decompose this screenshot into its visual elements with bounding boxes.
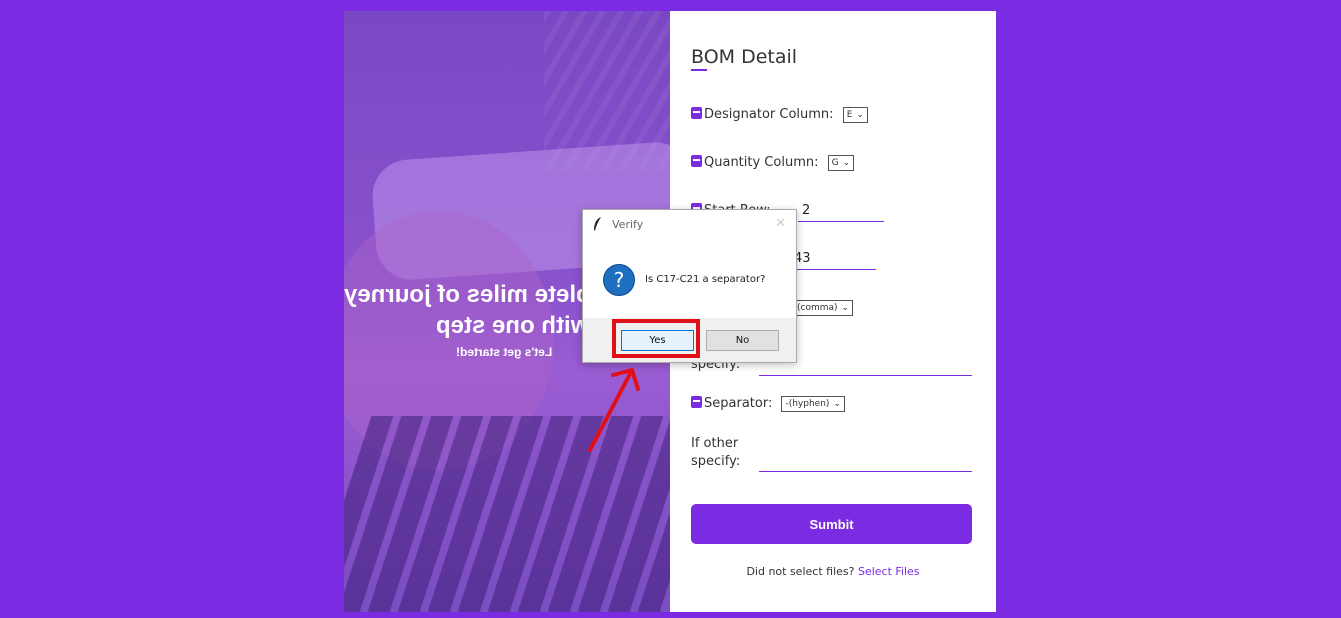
submit-button[interactable]: Sumbit: [691, 504, 972, 544]
page-title: BOM Detail: [691, 46, 798, 68]
designator-field: Designator Column: E ⌄: [691, 107, 868, 123]
start-row-input[interactable]: 2: [798, 201, 884, 222]
chevron-down-icon: ⌄: [841, 303, 850, 313]
quantity-select[interactable]: G ⌄: [827, 155, 855, 171]
footer-text: Did not select files?: [746, 565, 855, 578]
title-underline: [691, 69, 707, 71]
separator-select[interactable]: -(hyphen) ⌄: [781, 396, 845, 412]
feather-icon: [594, 217, 601, 231]
chevron-down-icon: ⌄: [842, 158, 851, 168]
end-row-input[interactable]: 43: [790, 249, 876, 270]
highlight-box: [612, 319, 700, 358]
book-icon: [691, 107, 702, 119]
chevron-down-icon: ⌄: [833, 399, 841, 409]
delimiter-field: (comma) ⌄: [788, 300, 854, 316]
dialog-title: Verify: [612, 218, 644, 231]
quantity-label: Quantity Column:: [704, 155, 819, 170]
select-files-link[interactable]: Select Files: [858, 565, 920, 578]
designator-label: Designator Column:: [704, 107, 834, 122]
separator-other-label: If other specify:: [691, 435, 740, 471]
book-icon: [691, 155, 702, 167]
question-icon: ?: [603, 264, 635, 296]
separator-other-label-line1: If other: [691, 436, 739, 451]
annotation-arrow-icon: [588, 368, 640, 452]
server-icon: [691, 396, 702, 408]
dialog-message: Is C17-C21 a separator?: [645, 274, 766, 285]
separator-label: Separator:: [704, 396, 773, 411]
footer: Did not select files? Select Files: [670, 565, 996, 578]
separator-field: Separator: -(hyphen) ⌄: [691, 396, 845, 412]
separator-other-label-line2: specify:: [691, 454, 741, 469]
dialog-titlebar: Verify ✕: [583, 210, 796, 240]
separator-other-input[interactable]: [759, 453, 972, 472]
quantity-field: Quantity Column: G ⌄: [691, 155, 855, 171]
designator-select[interactable]: E ⌄: [842, 107, 868, 123]
close-icon[interactable]: ✕: [775, 216, 786, 231]
delimiter-select[interactable]: (comma) ⌄: [793, 300, 854, 316]
chevron-down-icon: ⌄: [856, 110, 864, 120]
no-button[interactable]: No: [706, 330, 779, 351]
